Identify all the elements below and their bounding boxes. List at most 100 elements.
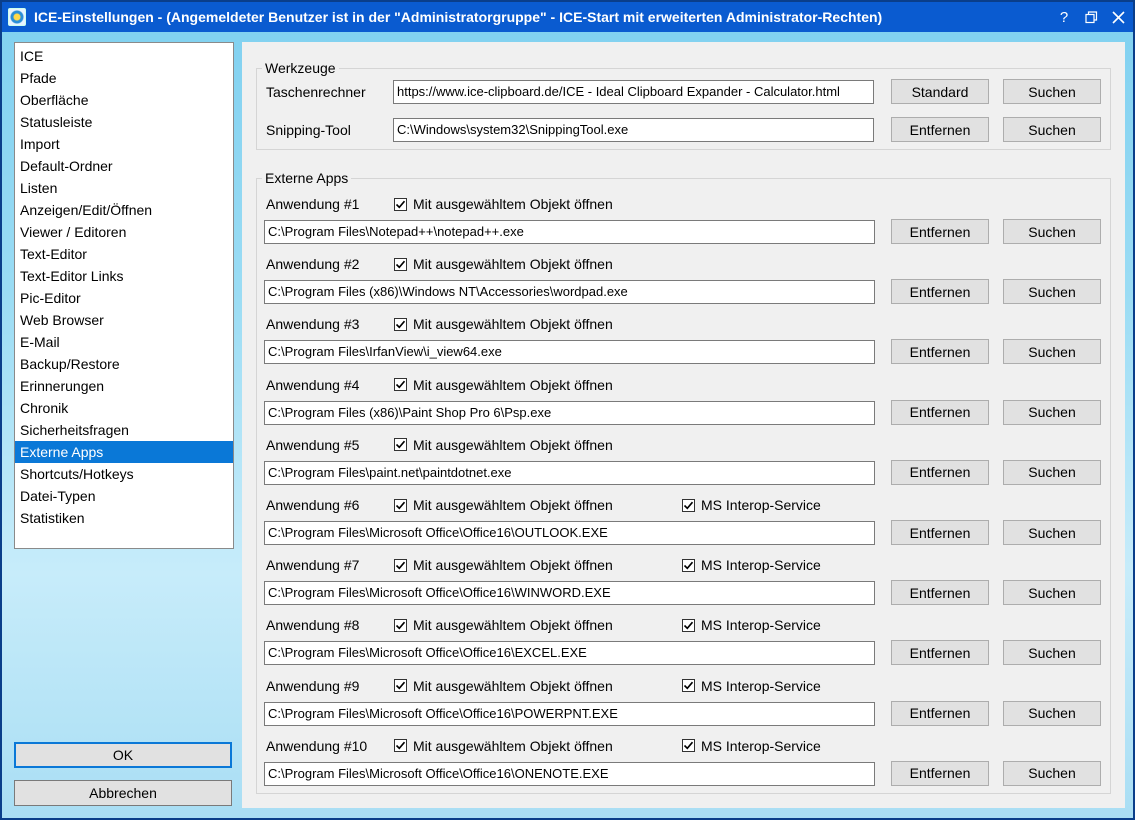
restore-icon[interactable] — [1079, 5, 1103, 29]
snipping-tool-search-button[interactable]: Suchen — [1003, 117, 1101, 142]
open-with-selection-checkbox[interactable]: Mit ausgewähltem Objekt öffnen — [394, 256, 613, 272]
snipping-tool-path-field[interactable]: C:\Windows\system32\SnippingTool.exe — [393, 118, 874, 142]
settings-category-list[interactable]: ICE Pfade Oberfläche Statusleiste Import Defa… — [14, 42, 234, 549]
open-with-selection-checkbox[interactable]: Mit ausgewähltem Objekt öffnen — [394, 437, 613, 453]
sidebar-item[interactable]: Web Browser — [15, 309, 233, 331]
open-with-selection-checkbox[interactable]: Mit ausgewähltem Objekt öffnen — [394, 617, 613, 633]
calculator-search-button[interactable]: Suchen — [1003, 79, 1101, 104]
sidebar-item[interactable]: Erinnerungen — [15, 375, 233, 397]
ms-interop-checkbox[interactable]: MS Interop-Service — [682, 617, 821, 633]
ok-button[interactable]: OK — [14, 742, 232, 768]
window-title: ICE-Einstellungen - (Angemeldeter Benutz… — [34, 9, 883, 25]
cancel-button[interactable]: Abbrechen — [14, 780, 232, 806]
sidebar-item[interactable]: Viewer / Editoren — [15, 221, 233, 243]
sidebar-item[interactable]: Backup/Restore — [15, 353, 233, 375]
sidebar-item[interactable]: Statusleiste — [15, 111, 233, 133]
sidebar-item[interactable]: Sicherheitsfragen — [15, 419, 233, 441]
app-search-button[interactable]: Suchen — [1003, 399, 1101, 425]
app-label: Anwendung #6 — [266, 497, 360, 513]
app-label: Anwendung #9 — [266, 677, 360, 694]
app-label: Anwendung #2 — [266, 256, 360, 273]
app-label: Anwendung #5 — [266, 436, 360, 453]
title-bar[interactable]: ICE-Einstellungen - (Angemeldeter Benutz… — [2, 2, 1133, 32]
app-remove-button[interactable]: Entfernen — [891, 339, 989, 365]
sidebar-item[interactable]: Import — [15, 133, 233, 155]
app-search-button[interactable]: Suchen — [1003, 640, 1101, 666]
app-path-field[interactable]: C:\Program Files\Microsoft Office\Office… — [264, 701, 875, 726]
app-search-button[interactable]: Suchen — [1003, 580, 1101, 606]
sidebar-item[interactable]: Text-Editor Links — [15, 265, 233, 287]
sidebar-item[interactable]: Pfade — [15, 67, 233, 89]
app-search-button[interactable]: Suchen — [1003, 520, 1101, 545]
app-search-button[interactable]: Suchen — [1003, 760, 1101, 786]
sidebar-item[interactable]: Datei-Typen — [15, 485, 233, 507]
app-remove-button[interactable]: Entfernen — [891, 399, 989, 425]
open-with-selection-checkbox[interactable]: Mit ausgewähltem Objekt öffnen — [394, 316, 613, 332]
sidebar-item[interactable]: E-Mail — [15, 331, 233, 353]
open-with-selection-checkbox[interactable]: Mit ausgewähltem Objekt öffnen — [394, 557, 613, 573]
sidebar-item[interactable]: Oberfläche — [15, 89, 233, 111]
open-with-selection-checkbox[interactable]: Mit ausgewähltem Objekt öffnen — [394, 196, 613, 212]
sidebar-item[interactable]: Anzeigen/Edit/Öffnen — [15, 199, 233, 221]
app-search-button[interactable]: Suchen — [1003, 279, 1101, 305]
open-with-selection-checkbox[interactable]: Mit ausgewähltem Objekt öffnen — [394, 678, 613, 694]
app-label: Anwendung #10 — [266, 737, 368, 754]
open-with-selection-checkbox[interactable]: Mit ausgewähltem Objekt öffnen — [394, 738, 613, 754]
ms-interop-checkbox[interactable]: MS Interop-Service — [682, 678, 821, 694]
checkmark-icon — [394, 317, 407, 331]
open-with-selection-checkbox[interactable]: Mit ausgewähltem Objekt öffnen — [394, 497, 613, 513]
app-path-field[interactable]: C:\Program Files\paint.net\paintdotnet.e… — [264, 460, 875, 485]
checkmark-icon — [682, 679, 695, 693]
ms-interop-checkbox[interactable]: MS Interop-Service — [682, 497, 821, 513]
app-path-field[interactable]: C:\Program Files\Microsoft Office\Office… — [264, 521, 875, 545]
checkmark-icon — [394, 438, 407, 452]
app-label: Anwendung #4 — [266, 376, 360, 393]
checkmark-icon — [682, 618, 695, 632]
app-remove-button[interactable]: Entfernen — [891, 279, 989, 305]
settings-window: ICE-Einstellungen - (Angemeldeter Benutz… — [0, 0, 1135, 820]
app-search-button[interactable]: Suchen — [1003, 219, 1101, 244]
help-button[interactable]: ? — [1052, 5, 1076, 29]
app-search-button[interactable]: Suchen — [1003, 459, 1101, 485]
ms-interop-checkbox[interactable]: MS Interop-Service — [682, 738, 821, 754]
sidebar-item[interactable]: Text-Editor — [15, 243, 233, 265]
app-search-button[interactable]: Suchen — [1003, 339, 1101, 365]
external-apps-group-title: Externe Apps — [262, 170, 352, 186]
app-path-field[interactable]: C:\Program Files\Microsoft Office\Office… — [264, 581, 875, 606]
sidebar-item[interactable]: Chronik — [15, 397, 233, 419]
app-remove-button[interactable]: Entfernen — [891, 700, 989, 726]
checkmark-icon — [682, 739, 695, 753]
close-icon[interactable] — [1106, 5, 1130, 29]
snipping-tool-remove-button[interactable]: Entfernen — [891, 117, 989, 142]
checkmark-icon — [394, 739, 407, 753]
app-remove-button[interactable]: Entfernen — [891, 520, 989, 545]
sidebar-item[interactable]: Shortcuts/Hotkeys — [15, 463, 233, 485]
app-path-field[interactable]: C:\Program Files\Notepad++\notepad++.exe — [264, 220, 875, 244]
app-remove-button[interactable]: Entfernen — [891, 219, 989, 244]
sidebar-item[interactable]: ICE — [15, 45, 233, 67]
app-remove-button[interactable]: Entfernen — [891, 640, 989, 666]
app-path-field[interactable]: C:\Program Files (x86)\Paint Shop Pro 6\… — [264, 400, 875, 425]
sidebar-item[interactable]: Pic-Editor — [15, 287, 233, 309]
calculator-path-field[interactable]: https://www.ice-clipboard.de/ICE - Ideal… — [393, 80, 874, 104]
calculator-standard-button[interactable]: Standard — [891, 79, 989, 104]
app-remove-button[interactable]: Entfernen — [891, 459, 989, 485]
app-path-field[interactable]: C:\Program Files\Microsoft Office\Office… — [264, 641, 875, 666]
checkmark-icon — [394, 679, 407, 693]
sidebar-item[interactable]: Statistiken — [15, 507, 233, 529]
app-path-field[interactable]: C:\Program Files\Microsoft Office\Office… — [264, 761, 875, 786]
sidebar-item[interactable]: Default-Ordner — [15, 155, 233, 177]
checkmark-icon — [394, 197, 407, 211]
app-search-button[interactable]: Suchen — [1003, 700, 1101, 726]
app-path-field[interactable]: C:\Program Files\IrfanView\i_view64.exe — [264, 340, 875, 365]
app-remove-button[interactable]: Entfernen — [891, 580, 989, 606]
app-remove-button[interactable]: Entfernen — [891, 760, 989, 786]
sidebar-item[interactable]: Externe Apps — [15, 441, 233, 463]
open-with-selection-checkbox[interactable]: Mit ausgewähltem Objekt öffnen — [394, 377, 613, 393]
app-path-field[interactable]: C:\Program Files (x86)\Windows NT\Access… — [264, 280, 875, 305]
ms-interop-checkbox[interactable]: MS Interop-Service — [682, 557, 821, 573]
checkmark-icon — [682, 498, 695, 512]
calculator-label: Taschenrechner — [266, 84, 366, 100]
sidebar-item[interactable]: Listen — [15, 177, 233, 199]
checkmark-icon — [394, 257, 407, 271]
